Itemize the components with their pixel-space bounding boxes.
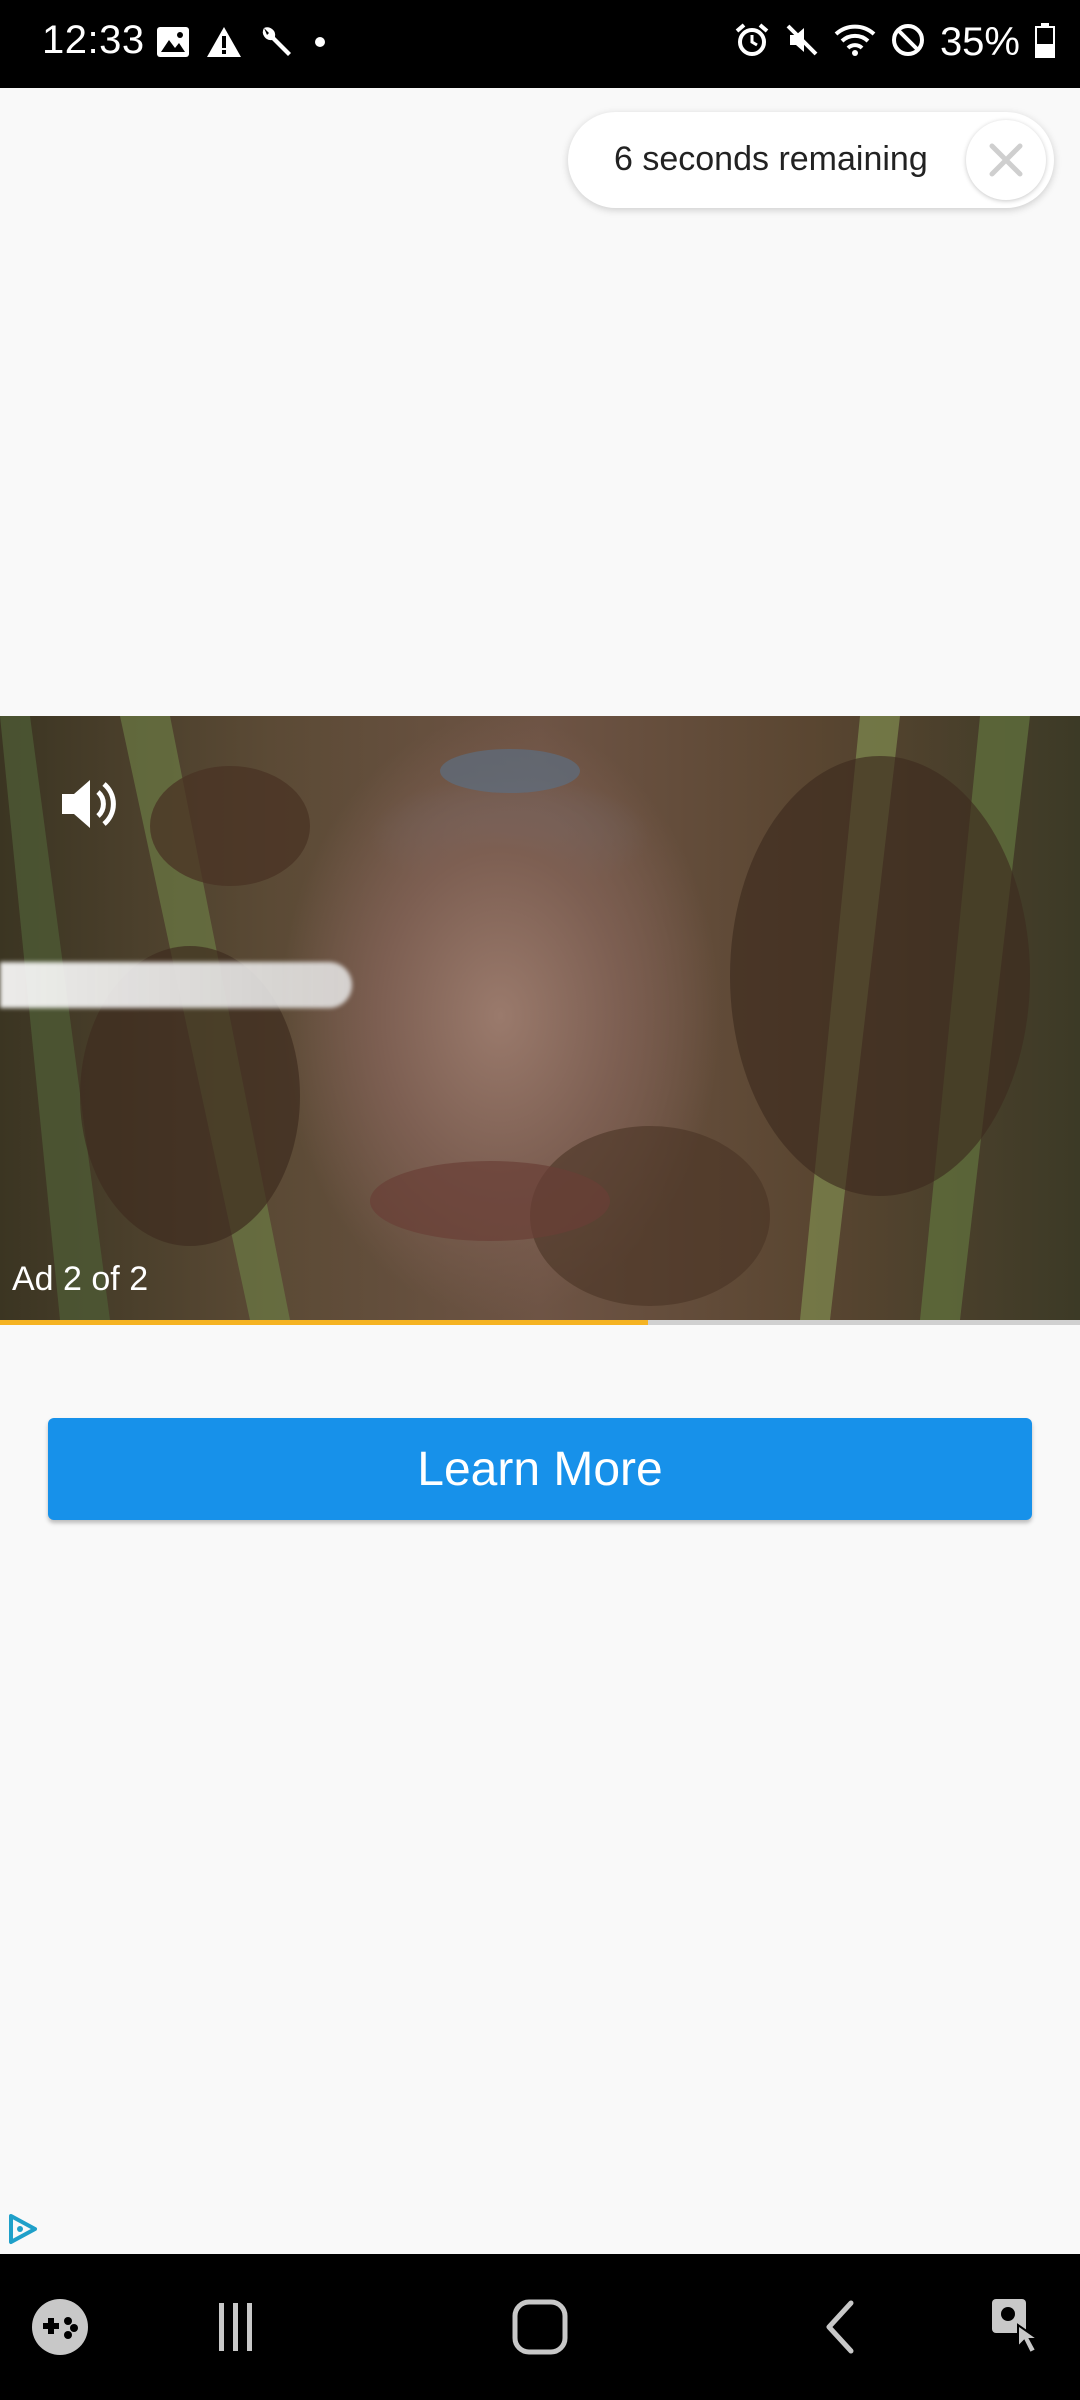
image-icon	[156, 26, 190, 63]
close-icon	[989, 143, 1023, 177]
status-time: 12:33	[42, 18, 145, 62]
home-icon	[512, 2299, 568, 2355]
dot-icon	[310, 24, 330, 65]
ad-countdown-pill: 6 seconds remaining	[568, 112, 1054, 208]
navigation-bar	[0, 2254, 1080, 2400]
status-right: 35%	[734, 20, 1056, 65]
home-button[interactable]	[490, 2254, 590, 2400]
video-frame	[0, 716, 1030, 1320]
do-not-disturb-icon	[890, 22, 926, 63]
battery-icon	[1034, 22, 1056, 63]
accessibility-button[interactable]	[980, 2254, 1060, 2400]
ad-progress-bar	[0, 1320, 1080, 1325]
battery-percent: 35%	[939, 20, 1020, 64]
mute-status-icon	[784, 22, 820, 63]
notification-icons	[156, 24, 330, 65]
wrench-icon	[258, 24, 294, 65]
status-bar: 12:33 35%	[0, 0, 1080, 88]
game-launcher-icon	[32, 2299, 88, 2355]
recents-icon	[219, 2303, 252, 2351]
ad-video[interactable]: Ad 2 of 2	[0, 716, 1080, 1320]
learn-more-button[interactable]: Learn More	[48, 1418, 1032, 1520]
warning-icon	[206, 26, 242, 63]
wifi-icon	[834, 22, 876, 63]
back-button[interactable]	[800, 2254, 880, 2400]
countdown-text: 6 seconds remaining	[614, 140, 928, 178]
ad-progress-fill	[0, 1320, 648, 1325]
adchoices-icon[interactable]	[6, 2212, 40, 2251]
close-ad-button[interactable]	[966, 120, 1046, 200]
accessibility-icon	[992, 2299, 1042, 2355]
volume-button[interactable]	[58, 774, 122, 839]
ad-counter-label: Ad 2 of 2	[12, 1260, 149, 1298]
recents-button[interactable]	[190, 2254, 280, 2400]
alarm-icon	[734, 22, 770, 63]
game-launcher-button[interactable]	[20, 2254, 100, 2400]
blurred-overlay	[0, 962, 352, 1008]
volume-icon	[62, 780, 116, 828]
back-icon	[826, 2300, 854, 2354]
